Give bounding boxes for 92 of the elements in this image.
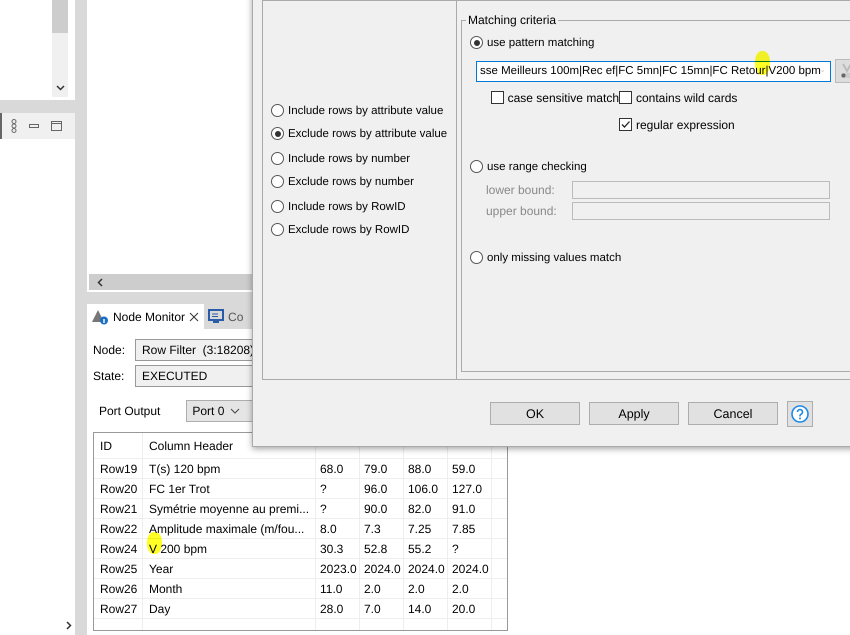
minimize-icon[interactable] <box>29 124 39 128</box>
table-cell: 55.2 <box>404 539 448 558</box>
radio-option[interactable]: Include rows by attribute value <box>271 99 456 122</box>
chevron-right-icon[interactable] <box>66 620 72 630</box>
column-header[interactable]: ID <box>94 433 143 458</box>
row-id-cell: Row24 <box>94 539 143 558</box>
upper-bound-label: upper bound: <box>486 204 558 218</box>
table-cell: 2024.0 <box>448 559 492 578</box>
chain-icon[interactable] <box>11 119 17 133</box>
radio-button[interactable] <box>271 127 284 140</box>
tab[interactable]: Co <box>204 304 248 329</box>
table-cell: 2.0 <box>404 579 448 598</box>
table-cell: Day <box>143 599 316 618</box>
help-button[interactable] <box>787 401 813 427</box>
row-id-cell: Row21 <box>94 499 143 518</box>
table-cell: 8.0 <box>316 519 360 538</box>
field-label: Node: <box>93 343 126 357</box>
radio-button[interactable] <box>271 175 284 188</box>
row-id-cell: Row20 <box>94 479 143 498</box>
row-id-cell: Row25 <box>94 559 143 578</box>
table-cell: 79.0 <box>360 459 404 478</box>
table-cell: 2.0 <box>448 579 492 598</box>
table-cell: 11.0 <box>316 579 360 598</box>
radio-button[interactable] <box>271 104 284 117</box>
monitor-icon <box>208 309 224 324</box>
table-cell: 68.0 <box>316 459 360 478</box>
radio-option[interactable]: Exclude rows by attribute value <box>271 122 456 145</box>
chevron-down-icon <box>230 408 240 414</box>
radio-button[interactable] <box>470 251 483 264</box>
table-cell: FC 1er Trot <box>143 479 316 498</box>
table-cell: 14.0 <box>404 599 448 618</box>
table-cell: 2.0 <box>360 579 404 598</box>
table-cell: 28.0 <box>316 599 360 618</box>
radio-button[interactable] <box>271 200 284 213</box>
table-cell: T(s) 120 bpm <box>143 459 316 478</box>
table-cell: 82.0 <box>404 499 448 518</box>
row-id-cell: Row22 <box>94 519 143 538</box>
port-output-label: Port Output <box>99 404 160 418</box>
radio-option[interactable]: use pattern matching <box>470 31 850 54</box>
table-cell: 20.0 <box>448 599 492 618</box>
radio-button[interactable] <box>470 36 483 49</box>
tab[interactable]: Node Monitor <box>87 304 204 329</box>
checkbox[interactable]: regular expression <box>619 116 850 133</box>
radio-option[interactable]: Exclude rows by RowID <box>271 218 456 241</box>
checkbox[interactable]: case sensitive match <box>491 89 619 106</box>
lower-bound-label: lower bound: <box>486 183 556 197</box>
table-cell: 106.0 <box>404 479 448 498</box>
dialog-button[interactable]: Cancel <box>688 402 778 425</box>
chevron-down-icon[interactable] <box>56 85 64 91</box>
row-id-cell: Row19 <box>94 459 143 478</box>
dialog-button[interactable]: OK <box>490 402 580 425</box>
row-id-cell: Row27 <box>94 599 143 618</box>
checkbox[interactable]: contains wild cards <box>619 89 850 106</box>
dialog-button[interactable]: Apply <box>589 402 679 425</box>
radio-option[interactable]: Include rows by number <box>271 147 456 170</box>
table-cell: Year <box>143 559 316 578</box>
table-cell: 2023.0 <box>316 559 360 578</box>
table-cell: 127.0 <box>448 479 492 498</box>
table-cell: Symétrie moyenne au premi... <box>143 499 316 518</box>
table-cell: ? <box>316 479 360 498</box>
group-title: Matching criteria <box>466 13 558 27</box>
table-cell: ? <box>448 539 492 558</box>
table-cell: 2024.0 <box>360 559 404 578</box>
chevron-left-icon[interactable] <box>97 278 103 286</box>
warning-info-icon <box>91 308 109 324</box>
field-label: State: <box>93 369 126 383</box>
radio-option[interactable]: Exclude rows by number <box>271 170 456 193</box>
table-cell: 91.0 <box>448 499 492 518</box>
table-cell: 7.0 <box>360 599 404 618</box>
table-cell: 90.0 <box>360 499 404 518</box>
close-icon[interactable] <box>189 312 200 322</box>
maximize-icon[interactable] <box>51 121 62 131</box>
table-cell: 30.3 <box>316 539 360 558</box>
radio-option[interactable]: only missing values match <box>470 246 850 269</box>
table-cell: 7.3 <box>360 519 404 538</box>
radio-button[interactable] <box>271 152 284 165</box>
variable-icon <box>840 63 850 79</box>
table-cell: 88.0 <box>404 459 448 478</box>
check-icon <box>620 119 631 130</box>
table-cell: 7.85 <box>448 519 492 538</box>
table-cell: 2024.0 <box>404 559 448 578</box>
vertical-scrollbar[interactable] <box>52 0 68 97</box>
table-cell: 96.0 <box>360 479 404 498</box>
table-cell: 7.25 <box>404 519 448 538</box>
help-icon <box>791 405 809 423</box>
table-cell: 52.8 <box>360 539 404 558</box>
table-cell: 59.0 <box>448 459 492 478</box>
radio-button[interactable] <box>271 223 284 236</box>
radio-option[interactable]: Include rows by RowID <box>271 195 456 218</box>
table-cell: Month <box>143 579 316 598</box>
table-cell: ? <box>316 499 360 518</box>
row-id-cell: Row26 <box>94 579 143 598</box>
